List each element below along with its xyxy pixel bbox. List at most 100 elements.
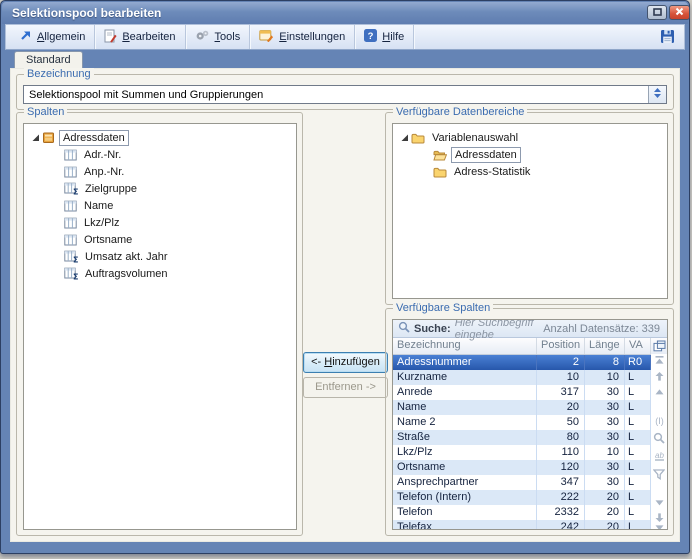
cell-pos: 2332 [537, 505, 585, 520]
table-row[interactable]: Adressnummer 2 8 R0 [393, 355, 667, 370]
table-header[interactable]: Bezeichnung Position Länge VA [393, 338, 667, 355]
tree-item-adressdaten[interactable]: Adressdaten [393, 146, 667, 163]
move-up-icon[interactable] [653, 370, 665, 382]
column-header-länge[interactable]: Länge [585, 338, 625, 354]
page-up-icon[interactable] [653, 386, 665, 398]
cell-len: 10 [585, 445, 625, 460]
svg-text:?: ? [368, 31, 374, 42]
expander-icon[interactable] [28, 133, 42, 142]
toolbar-item-allgemein[interactable]: Allgemein [10, 25, 96, 49]
group-bezeichnung: Bezeichnung Selektionspool mit Summen un… [16, 68, 674, 110]
table-row[interactable]: Name 2 50 30 L [393, 415, 667, 430]
tree-item-lkz-plz[interactable]: Lkz/Plz [24, 214, 296, 231]
add-button[interactable]: <- Hinzufügen [303, 352, 388, 373]
cell-pos: 2 [537, 355, 585, 370]
table-row[interactable]: Straße 80 30 L [393, 430, 667, 445]
toolbar-item-bearbeiten[interactable]: Bearbeiten [95, 25, 186, 49]
tree-item-adress-statistik[interactable]: Adress-Statistik [393, 163, 667, 180]
table-row[interactable]: Telefon 2332 20 L [393, 505, 667, 520]
group-datenbereiche: Verfügbare Datenbereiche Variablenauswah… [385, 106, 674, 305]
column-header-bezeichnung[interactable]: Bezeichnung [393, 338, 537, 354]
restore-button[interactable] [647, 5, 667, 20]
tree-item-zielgruppe[interactable]: Σ Zielgruppe [24, 180, 296, 197]
spalten-tree[interactable]: Adressdaten Adr.-Nr. Anp.-Nr. Σ Zielgruppe Na… [23, 123, 297, 530]
combo-dropdown-button[interactable] [648, 86, 666, 103]
group-spalten-label: Spalten [24, 106, 68, 119]
group-verfuegbare-spalten: Verfügbare Spalten Suche: Hier Suchbegri… [385, 302, 674, 536]
cell-name: Name 2 [393, 415, 537, 430]
tree-item-variablenauswahl[interactable]: Variablenauswahl [393, 129, 667, 146]
cell-va: L [625, 385, 651, 400]
tab-standard[interactable]: Standard [14, 51, 83, 69]
tree-item-name[interactable]: Name [24, 197, 296, 214]
cell-len: 30 [585, 430, 625, 445]
table-nav-strip: (I) ab [651, 354, 667, 529]
search-icon[interactable] [653, 432, 665, 444]
column-header-position[interactable]: Position [537, 338, 585, 354]
save-button[interactable] [658, 29, 676, 47]
expander-icon[interactable] [397, 133, 411, 142]
cell-name: Adressnummer [393, 355, 537, 370]
scroll-top-icon[interactable] [653, 354, 665, 366]
table-row[interactable]: Telefon (Intern) 222 20 L [393, 490, 667, 505]
datenbereiche-tree[interactable]: Variablenauswahl Adressdaten Adress-Statis… [392, 123, 668, 299]
cell-va: L [625, 520, 651, 529]
tree-item-adr-nr-[interactable]: Adr.-Nr. [24, 146, 296, 163]
toolbar-item-label: Allgemein [37, 31, 86, 43]
cell-pos: 80 [537, 430, 585, 445]
toolbar-item-hilfe[interactable]: ? Hilfe [355, 25, 415, 49]
tree-item-ortsname[interactable]: Ortsname [24, 231, 296, 248]
text-search-icon[interactable]: ab [653, 450, 665, 462]
goto-icon[interactable]: (I) [653, 414, 665, 426]
bezeichnung-combobox[interactable]: Selektionspool mit Summen und Gruppierun… [23, 85, 667, 104]
tree-item-adressdaten-root[interactable]: Adressdaten [24, 129, 296, 146]
tree-item-anp-nr-[interactable]: Anp.-Nr. [24, 163, 296, 180]
cell-name: Ansprechpartner [393, 475, 537, 490]
toolbar-item-tools[interactable]: Tools [186, 25, 251, 49]
remove-button[interactable]: Entfernen -> [303, 377, 388, 398]
cell-pos: 120 [537, 460, 585, 475]
tree-item-umsatz-akt-jahr[interactable]: Σ Umsatz akt. Jahr [24, 248, 296, 265]
tree-item-label: Umsatz akt. Jahr [85, 250, 168, 263]
tree-item-label: Anp.-Nr. [84, 165, 125, 178]
table-row[interactable]: Ortsname 120 30 L [393, 460, 667, 475]
column-icon [64, 149, 77, 161]
tree-item-label: Variablenauswahl [432, 131, 519, 144]
column-sum-icon: Σ [64, 267, 78, 280]
tree-item-label: Adr.-Nr. [84, 148, 122, 161]
column-chooser-button[interactable] [651, 338, 667, 354]
table-row[interactable]: Ansprechpartner 347 30 L [393, 475, 667, 490]
titlebar[interactable]: Selektionspool bearbeiten [2, 2, 690, 24]
scroll-bottom-icon[interactable] [653, 522, 665, 529]
group-verfuegbare-spalten-label: Verfügbare Spalten [393, 302, 494, 315]
arrow-up-right-icon [19, 29, 32, 45]
cell-name: Telefax [393, 520, 537, 529]
column-sum-icon: Σ [64, 182, 78, 195]
screen: Selektionspool bearbeiten Allgemein Bearb… [0, 0, 692, 559]
filter-icon[interactable] [653, 468, 665, 480]
page-down-icon[interactable] [653, 496, 665, 508]
svg-text:Σ: Σ [73, 256, 78, 263]
column-header-va[interactable]: VA [625, 338, 651, 354]
cell-va: L [625, 430, 651, 445]
table-row[interactable]: Kurzname 10 10 L [393, 370, 667, 385]
table-row[interactable]: Name 20 30 L [393, 400, 667, 415]
cell-len: 30 [585, 400, 625, 415]
gears-icon [195, 29, 210, 45]
cell-pos: 20 [537, 400, 585, 415]
table-row[interactable]: Telefax 242 20 L [393, 520, 667, 529]
table-row[interactable]: Lkz/Plz 110 10 L [393, 445, 667, 460]
group-spalten: Spalten Adressdaten Adr.-Nr. Anp.-Nr. Σ Ziel… [16, 106, 303, 536]
table-row[interactable]: Anrede 317 30 L [393, 385, 667, 400]
cell-va: R0 [625, 355, 651, 370]
column-icon [64, 234, 77, 246]
toolbar-item-einstellungen[interactable]: Einstellungen [250, 25, 356, 49]
tree-item-auftragsvolumen[interactable]: Σ Auftragsvolumen [24, 265, 296, 282]
group-datenbereiche-label: Verfügbare Datenbereiche [393, 106, 528, 119]
cell-name: Telefon (Intern) [393, 490, 537, 505]
tree-item-label: Adressdaten [451, 146, 521, 163]
search-bar[interactable]: Suche: Hier Suchbegriff eingebe Anzahl D… [393, 320, 667, 341]
cell-name: Ortsname [393, 460, 537, 475]
close-button[interactable] [669, 5, 690, 20]
search-icon [398, 321, 410, 336]
